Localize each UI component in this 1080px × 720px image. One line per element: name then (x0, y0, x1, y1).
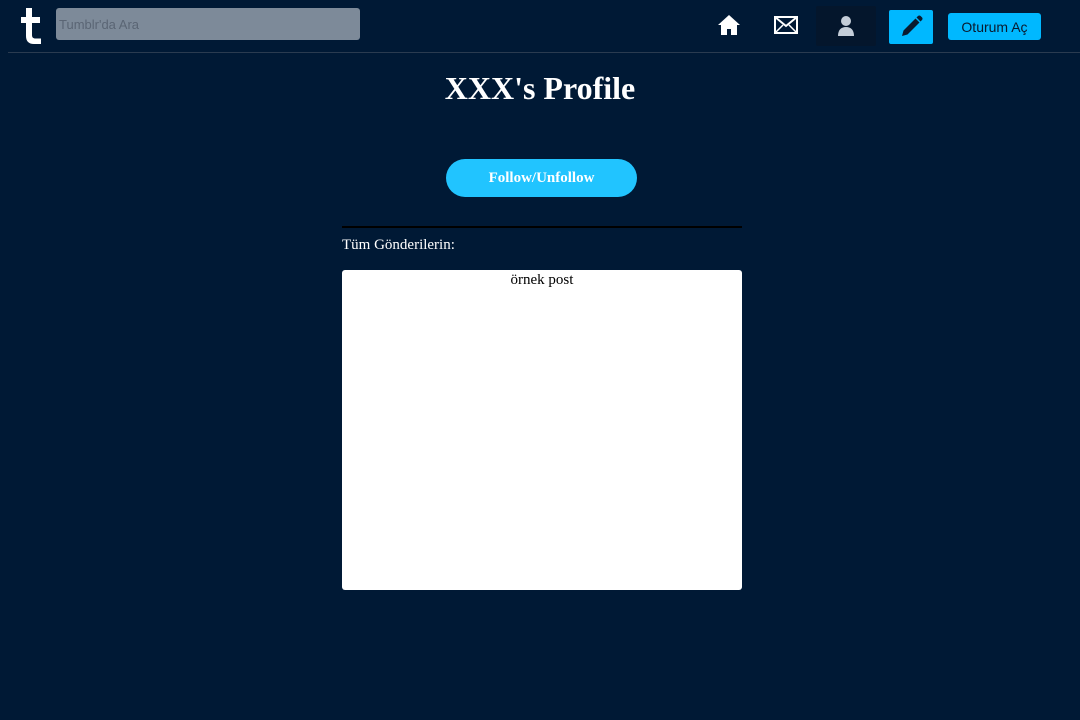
home-button[interactable] (707, 8, 751, 42)
edit-icon (902, 15, 923, 36)
messages-button[interactable] (764, 8, 808, 42)
section-divider (342, 226, 742, 228)
post-text: örnek post (510, 272, 574, 288)
follow-unfollow-button[interactable]: Follow/Unfollow (446, 159, 637, 197)
account-button[interactable] (816, 6, 876, 46)
top-navigation-bar: Oturum Aç (0, 0, 1080, 52)
user-icon (838, 16, 854, 36)
post-card[interactable]: örnek post (342, 270, 742, 590)
home-icon (718, 15, 740, 35)
tumblr-logo-icon[interactable] (20, 8, 44, 44)
mail-icon (774, 16, 798, 34)
header-divider (8, 52, 1080, 53)
login-button[interactable]: Oturum Aç (948, 13, 1041, 40)
page-title: XXX's Profile (444, 70, 636, 106)
posts-section-label: Tüm Gönderilerin: (342, 237, 455, 253)
new-post-button[interactable] (889, 10, 933, 44)
search-input[interactable] (56, 8, 360, 40)
